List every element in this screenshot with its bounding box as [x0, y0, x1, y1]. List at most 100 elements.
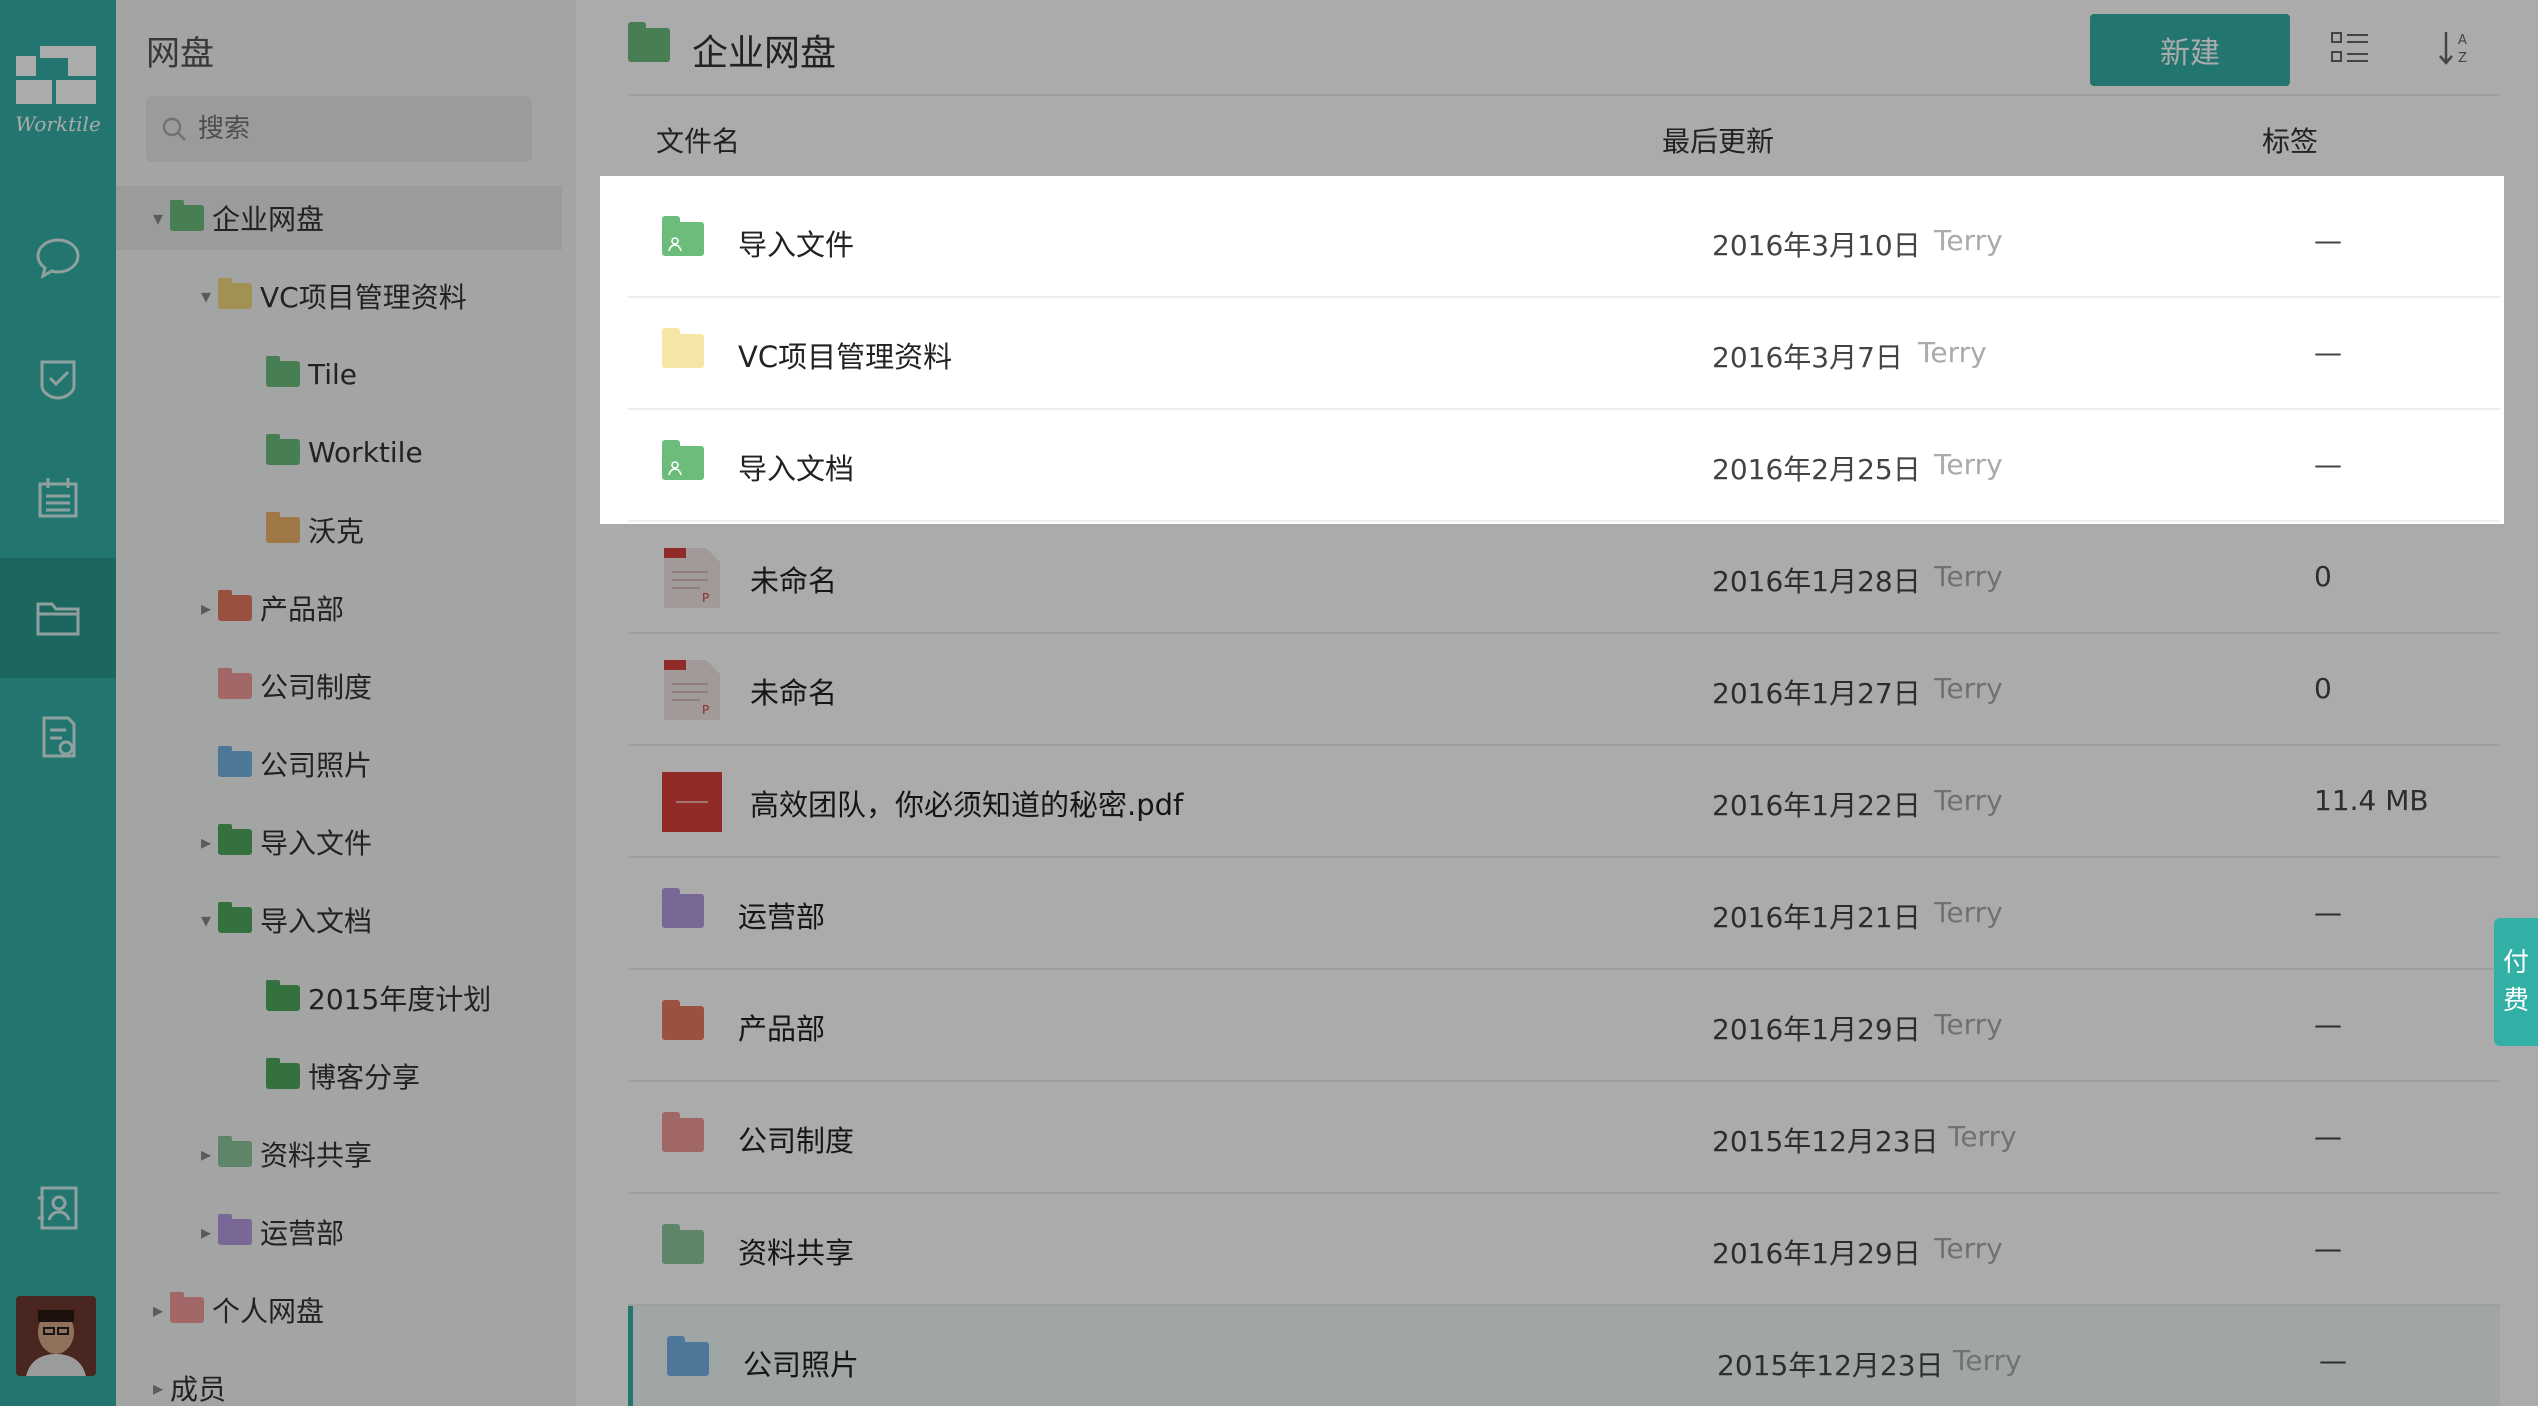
file-row[interactable]: 导入文档 2016年2月25日 Terry —	[628, 410, 2500, 522]
page-title: 企业网盘	[692, 33, 837, 74]
updated-by[interactable]: Terry	[1934, 448, 2003, 481]
file-name[interactable]: 资料共享	[738, 1230, 854, 1272]
document-icon: P	[662, 660, 722, 720]
tree-item-label: 个人网盘	[212, 1295, 325, 1328]
rail-drive-button[interactable]	[0, 558, 116, 678]
tree-item[interactable]: 2015年度计划	[242, 966, 562, 1030]
caret-right-icon[interactable]: ▸	[146, 1298, 170, 1322]
sidebar-title: 网盘	[146, 34, 214, 74]
file-row[interactable]: 公司制度 2015年12月23日 Terry —	[628, 1082, 2500, 1194]
file-name[interactable]: 产品部	[738, 1006, 825, 1048]
shared-folder-icon	[662, 440, 704, 480]
tree-item[interactable]: ▾ 导入文档	[194, 888, 562, 952]
file-row[interactable]: P 未命名 2016年1月28日 Terry 0	[628, 522, 2500, 634]
updated-by[interactable]: Terry	[1934, 784, 2003, 817]
sort-button[interactable]: AZ	[2432, 24, 2480, 72]
tree-item[interactable]: ▾ 企业网盘	[116, 186, 562, 250]
file-tag: 0	[2314, 560, 2332, 593]
updated-by[interactable]: Terry	[1953, 1344, 2022, 1377]
caret-right-icon[interactable]: ▸	[194, 830, 218, 854]
svg-text:Z: Z	[2458, 51, 2467, 66]
folder-icon	[266, 512, 300, 543]
file-name[interactable]: 公司照片	[743, 1342, 859, 1384]
file-name[interactable]: 高效团队，你必须知道的秘密.pdf	[750, 782, 1183, 824]
new-button[interactable]: 新建	[2090, 14, 2290, 86]
column-header-tag[interactable]: 标签	[2262, 120, 2318, 160]
svg-text:A: A	[2458, 33, 2467, 48]
file-row[interactable]: 公司照片 2015年12月23日 Terry —	[628, 1306, 2500, 1406]
caret-down-icon[interactable]: ▾	[146, 206, 170, 230]
tree-item-label: 产品部	[260, 593, 345, 626]
file-row[interactable]: 运营部 2016年1月21日 Terry —	[628, 858, 2500, 970]
tree-item[interactable]: ▸ 产品部	[194, 576, 562, 640]
file-name[interactable]: 未命名	[750, 558, 837, 600]
search-input[interactable]	[198, 114, 498, 144]
updated-by[interactable]: Terry	[1934, 224, 2003, 257]
caret-right-icon[interactable]: ▸	[194, 1220, 218, 1244]
worktile-logo[interactable]	[14, 46, 98, 106]
rail-calendar-button[interactable]	[0, 438, 116, 558]
file-list-panel: 企业网盘 新建 AZ 文件名 最后更新 标签 导入文件 2016年3月10日 Ter…	[576, 0, 2538, 1406]
updated-by[interactable]: Terry	[1948, 1120, 2017, 1153]
tree-item[interactable]: 沃克	[242, 498, 562, 562]
calendar-icon	[38, 478, 78, 518]
tree-item[interactable]: ▸ 资料共享	[194, 1122, 562, 1186]
file-tag: —	[2314, 1008, 2342, 1041]
updated-by[interactable]: Terry	[1934, 1008, 2003, 1041]
tree-item[interactable]: ▸ 运营部	[194, 1200, 562, 1264]
pay-tab[interactable]: 付 费	[2494, 918, 2538, 1046]
file-name[interactable]: VC项目管理资料	[738, 334, 952, 376]
tree-item-label: 公司制度	[260, 671, 373, 704]
column-header-updated[interactable]: 最后更新	[1662, 120, 1774, 160]
updated-by[interactable]: Terry	[1934, 896, 2003, 929]
file-name[interactable]: 运营部	[738, 894, 825, 936]
tree-item[interactable]: 公司制度	[194, 654, 562, 718]
tree-item-label: 资料共享	[260, 1139, 373, 1172]
updated-by[interactable]: Terry	[1934, 1232, 2003, 1265]
tree-item[interactable]: ▸ 个人网盘	[146, 1278, 562, 1342]
task-icon	[40, 360, 76, 400]
search-box[interactable]	[146, 96, 532, 162]
tree-item[interactable]: Tile	[242, 342, 562, 406]
user-avatar[interactable]	[16, 1296, 96, 1376]
file-name[interactable]: 未命名	[750, 670, 837, 712]
updated-date: 2015年12月23日	[1717, 1349, 1944, 1382]
tree-item[interactable]: ▾ VC项目管理资料	[194, 264, 562, 328]
rail-report-button[interactable]	[0, 678, 116, 798]
file-row[interactable]: 产品部 2016年1月29日 Terry —	[628, 970, 2500, 1082]
caret-down-icon[interactable]: ▾	[194, 908, 218, 932]
tree-item[interactable]: 公司照片	[194, 732, 562, 796]
tree-item[interactable]: Worktile	[242, 420, 562, 484]
file-row[interactable]: 资料共享 2016年1月29日 Terry —	[628, 1194, 2500, 1306]
file-tag: —	[2314, 224, 2342, 257]
file-name[interactable]: 导入文件	[738, 222, 854, 264]
rail-chat-button[interactable]	[0, 198, 116, 318]
shared-folder-icon	[266, 980, 300, 1011]
file-row[interactable]: 导入文件 2016年3月10日 Terry —	[628, 186, 2500, 298]
file-name[interactable]: 导入文档	[738, 446, 854, 488]
folder-icon	[218, 590, 252, 621]
caret-right-icon[interactable]: ▸	[146, 1376, 170, 1400]
column-header-name[interactable]: 文件名	[656, 120, 740, 160]
updated-by[interactable]: Terry	[1934, 560, 2003, 593]
file-row[interactable]: P 未命名 2016年1月27日 Terry 0	[628, 634, 2500, 746]
tree-item-label: 公司照片	[260, 749, 373, 782]
rail-task-button[interactable]	[0, 318, 116, 438]
rail-contacts-button[interactable]	[0, 1148, 116, 1268]
tree-item-label: 沃克	[308, 515, 365, 548]
caret-right-icon[interactable]: ▸	[194, 1142, 218, 1166]
updated-by[interactable]: Terry	[1934, 672, 2003, 705]
file-name[interactable]: 公司制度	[738, 1118, 854, 1160]
tree-item-label: 导入文档	[260, 905, 373, 938]
tree-item-label: 2015年度计划	[308, 983, 492, 1016]
tree-item[interactable]: ▸ 成员	[146, 1356, 562, 1406]
file-row[interactable]: 高效团队，你必须知道的秘密.pdf 2016年1月22日 Terry 11.4 MB	[628, 746, 2500, 858]
updated-by[interactable]: Terry	[1918, 336, 1987, 369]
caret-right-icon[interactable]: ▸	[194, 596, 218, 620]
file-row[interactable]: VC项目管理资料 2016年3月7日 Terry —	[628, 298, 2500, 410]
tree-item[interactable]: 博客分享	[242, 1044, 562, 1108]
tree-item-label: 博客分享	[308, 1061, 421, 1094]
view-toggle-button[interactable]	[2326, 24, 2374, 72]
tree-item[interactable]: ▸ 导入文件	[194, 810, 562, 874]
caret-down-icon[interactable]: ▾	[194, 284, 218, 308]
